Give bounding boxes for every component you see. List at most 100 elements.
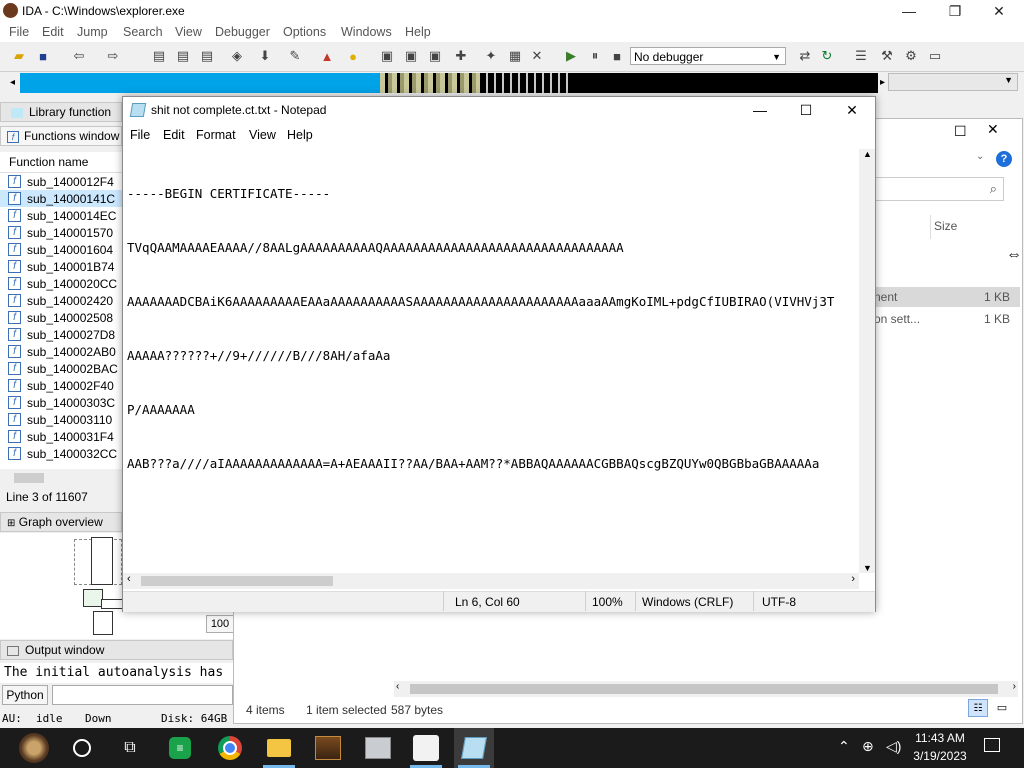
tab-library-function[interactable]: Library function	[0, 102, 122, 122]
function-row[interactable]: f sub_140001570	[8, 224, 113, 241]
tab-output-window[interactable]: Output window	[0, 640, 233, 660]
task-view-icon[interactable]: ⧉	[110, 728, 150, 768]
back-arrow-icon[interactable]: ⇦	[70, 47, 88, 65]
scroll-thumb[interactable]	[410, 684, 998, 694]
menu-debugger[interactable]: Debugger	[215, 25, 270, 39]
binary-icon-2[interactable]: ▤	[174, 47, 192, 65]
notepad-text-area[interactable]: -----BEGIN CERTIFICATE----- TVqQAAMAAAAE…	[127, 149, 855, 569]
notepad-menu-edit[interactable]: Edit	[163, 128, 185, 142]
taskbar-file-explorer[interactable]	[259, 728, 299, 768]
sparkle-icon[interactable]: ✦	[482, 47, 500, 65]
binary-icon[interactable]: ▤	[150, 47, 168, 65]
notepad-close-button[interactable]: ✕	[829, 97, 875, 123]
taskbar-app-gray[interactable]	[358, 728, 398, 768]
scroll-thumb[interactable]	[141, 576, 333, 586]
code-icon[interactable]: ▣	[378, 47, 396, 65]
scroll-left-icon[interactable]: ‹	[127, 573, 131, 585]
refresh-icon[interactable]: ↻	[818, 47, 836, 65]
taskbar-app-brown[interactable]	[308, 728, 348, 768]
function-row[interactable]: f sub_1400012F4	[8, 173, 114, 190]
settings-icon[interactable]: ⚙	[902, 47, 920, 65]
grid-icon[interactable]: ▦	[506, 47, 524, 65]
function-row[interactable]: f sub_140001B74	[8, 258, 114, 275]
down-arrow-icon[interactable]: ⬇	[256, 47, 274, 65]
size-column-header[interactable]: Size	[934, 219, 957, 233]
pause-icon[interactable]: ⏸	[586, 47, 604, 65]
explorer-close-button[interactable]: ✕	[987, 121, 999, 138]
tiles-view-icon[interactable]: ▭	[992, 699, 1012, 717]
help-icon[interactable]: ?	[996, 151, 1012, 167]
save-icon[interactable]: ■	[34, 47, 52, 65]
function-row[interactable]: f sub_140002AB0	[8, 343, 116, 360]
notepad-menu-view[interactable]: View	[249, 128, 276, 142]
attach-icon[interactable]: ⇄	[796, 47, 814, 65]
menu-view[interactable]: View	[175, 25, 202, 39]
menu-windows[interactable]: Windows	[341, 25, 392, 39]
function-row[interactable]: f sub_140002508	[8, 309, 113, 326]
menu-jump[interactable]: Jump	[77, 25, 108, 39]
tab-functions-window[interactable]: f Functions window	[0, 126, 122, 146]
cross-icon[interactable]: ✕	[528, 47, 546, 65]
stop-icon[interactable]: ■	[608, 47, 626, 65]
nav-right-arrow-icon[interactable]: ▸	[880, 73, 888, 93]
navigation-band[interactable]	[20, 73, 878, 93]
code-icon-2[interactable]: ▣	[402, 47, 420, 65]
search-button[interactable]	[62, 728, 102, 768]
notepad-minimize-button[interactable]: —	[737, 97, 783, 123]
ida-minimize-button[interactable]: —	[886, 0, 932, 22]
taskbar-time[interactable]: 11:43 AM	[910, 731, 970, 745]
binary-icon-3[interactable]: ▤	[198, 47, 216, 65]
open-folder-icon[interactable]: ▰	[10, 47, 28, 65]
function-row[interactable]: f sub_140001604	[8, 241, 113, 258]
details-view-icon[interactable]: ☷	[968, 699, 988, 717]
notifications-icon[interactable]	[984, 738, 1000, 752]
taskbar-notepad[interactable]	[454, 728, 494, 768]
function-row[interactable]: f sub_1400014EC	[8, 207, 116, 224]
play-icon[interactable]: ▶	[562, 47, 580, 65]
taskbar-app-green[interactable]: ≡	[160, 728, 200, 768]
function-row[interactable]: f sub_140002F40	[8, 377, 114, 394]
network-icon[interactable]: ⊕	[862, 738, 874, 755]
scroll-right-icon[interactable]: ›	[851, 573, 855, 585]
notepad-menu-format[interactable]: Format	[196, 128, 236, 142]
functions-hscrollbar[interactable]	[0, 470, 122, 486]
tab-graph-overview[interactable]: ⊞ Graph overview	[0, 512, 122, 532]
stack-icon[interactable]: ◈	[228, 47, 246, 65]
function-row[interactable]: f sub_1400031F4	[8, 428, 114, 445]
function-row[interactable]: f sub_140002420	[8, 292, 113, 309]
warning-icon[interactable]: ▲	[318, 47, 336, 65]
menu-search[interactable]: Search	[123, 25, 163, 39]
chevron-up-icon[interactable]: ⌃	[838, 738, 850, 755]
function-row[interactable]: f sub_14000303C	[8, 394, 115, 411]
explorer-row-selected[interactable]: nent 1 KB	[874, 287, 1020, 307]
volume-icon[interactable]: ◁)	[886, 738, 901, 755]
tools-icon[interactable]: ⚒	[878, 47, 896, 65]
start-button[interactable]	[12, 728, 56, 768]
scroll-down-icon[interactable]: ▼	[863, 563, 872, 573]
function-row[interactable]: f sub_1400020CC	[8, 275, 117, 292]
notepad-menu-file[interactable]: File	[130, 128, 150, 142]
python-command-input[interactable]	[52, 685, 233, 705]
forward-arrow-icon[interactable]: ⇨	[104, 47, 122, 65]
notepad-maximize-button[interactable]: ☐	[783, 97, 829, 123]
ida-restore-button[interactable]: ❐	[932, 0, 978, 22]
functions-column-header[interactable]: Function name	[0, 152, 122, 173]
menu-edit[interactable]: Edit	[42, 25, 64, 39]
scroll-right-icon[interactable]: ›	[1013, 681, 1016, 692]
scroll-thumb[interactable]	[14, 473, 44, 483]
debugger-select[interactable]: No debugger ▼	[630, 47, 786, 65]
code-icon-3[interactable]: ▣	[426, 47, 444, 65]
tool-icon[interactable]: ✎	[286, 47, 304, 65]
menu-file[interactable]: File	[9, 25, 29, 39]
notepad-menu-help[interactable]: Help	[287, 128, 313, 142]
menu-help[interactable]: Help	[405, 25, 431, 39]
bulb-icon[interactable]: ●	[344, 47, 362, 65]
taskbar-ida[interactable]	[406, 728, 446, 768]
segment-dropdown[interactable]: ▼	[888, 73, 1018, 91]
function-row[interactable]: f sub_140002BAC	[8, 360, 118, 377]
python-button[interactable]: Python	[2, 685, 48, 705]
explorer-restore-button[interactable]: ☐	[954, 123, 967, 140]
scroll-left-icon[interactable]: ‹	[396, 681, 399, 692]
chevron-down-icon[interactable]: ⌄	[976, 151, 984, 162]
search-input[interactable]: ⌕	[874, 177, 1004, 201]
